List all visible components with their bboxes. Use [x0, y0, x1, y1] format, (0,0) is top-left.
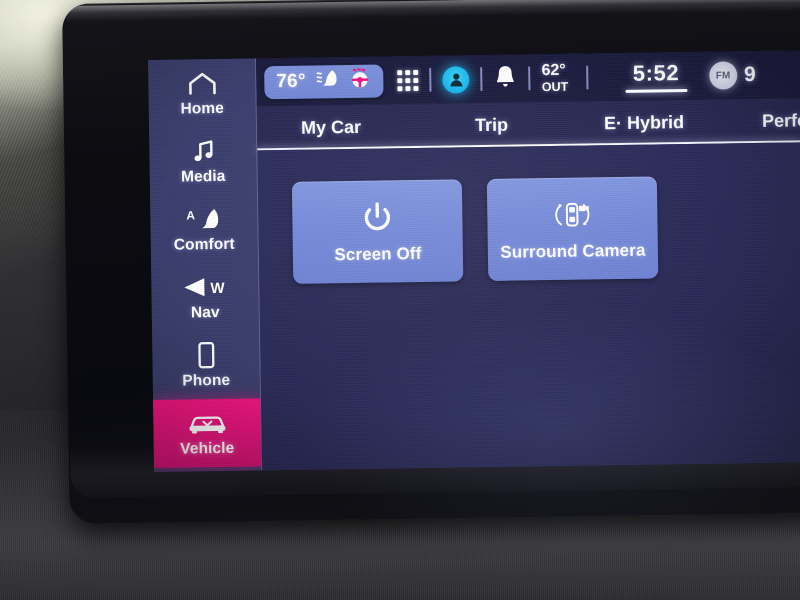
heated-steering-wheel-icon[interactable] — [349, 68, 371, 94]
screenshot-stage: Home Media A Comfort W Nav Phone Vehicle… — [0, 0, 800, 600]
sidebar-item-media[interactable]: Media — [149, 126, 257, 196]
radio-frequency: 9 — [743, 62, 756, 87]
surround-camera-icon — [552, 196, 593, 233]
tab-performance[interactable]: Perform — [762, 109, 800, 131]
screen-off-button[interactable]: Screen Off — [291, 179, 464, 284]
radio-status[interactable]: FM 9 — [708, 61, 756, 90]
climate-control-pill[interactable]: 76° — [264, 64, 384, 99]
svg-text:A: A — [186, 208, 195, 222]
clock-time: 5:52 — [632, 60, 680, 86]
sidebar-item-home[interactable]: Home — [148, 58, 256, 128]
sidebar-item-label: Phone — [182, 371, 231, 390]
home-icon — [187, 68, 217, 96]
cabin-temperature: 76° — [276, 70, 306, 93]
tile-label: Screen Off — [334, 243, 422, 264]
radio-band-badge: FM — [708, 61, 738, 90]
sidebar-item-label: Comfort — [173, 235, 235, 254]
tab-trip[interactable]: Trip — [475, 114, 508, 135]
svg-text:W: W — [210, 279, 225, 296]
status-bar: 76° 62° OUT 5:52 FM 9 — [255, 50, 800, 107]
tab-e-hybrid[interactable]: E· Hybrid — [604, 112, 684, 134]
sidebar-item-nav[interactable]: W Nav — [151, 262, 259, 332]
outside-temperature: 62° OUT — [541, 61, 569, 94]
status-divider — [480, 67, 483, 92]
outside-temp-value: 62° — [541, 61, 566, 79]
navigation-arrow-icon: W — [179, 272, 231, 301]
sidebar-item-label: Home — [180, 99, 225, 118]
seat-icon: A — [181, 204, 227, 233]
tile-label: Surround Camera — [500, 240, 646, 262]
outside-temp-label: OUT — [541, 79, 569, 94]
infotainment-display[interactable]: Home Media A Comfort W Nav Phone Vehicle… — [148, 50, 800, 472]
phone-icon — [196, 341, 216, 369]
bell-icon[interactable] — [493, 63, 517, 94]
sidebar-item-phone[interactable]: Phone — [152, 330, 260, 400]
sidebar-item-label: Nav — [190, 303, 220, 321]
status-divider — [429, 67, 432, 92]
app-grid-icon[interactable] — [397, 69, 419, 91]
sidebar-item-label: Vehicle — [180, 439, 235, 458]
tab-my-car[interactable]: My Car — [301, 116, 361, 138]
status-divider — [585, 65, 589, 90]
user-profile-icon[interactable] — [442, 65, 470, 94]
sidebar-item-vehicle[interactable]: Vehicle — [153, 398, 262, 468]
status-divider — [528, 66, 531, 91]
sidebar-item-comfort[interactable]: A Comfort — [150, 194, 258, 264]
heated-seat-icon[interactable] — [315, 68, 339, 94]
surround-camera-button[interactable]: Surround Camera — [486, 176, 659, 281]
power-icon — [360, 199, 395, 236]
content-area: Screen Off Surround Camera — [257, 142, 800, 471]
clock[interactable]: 5:52 — [625, 60, 688, 93]
quick-action-tiles: Screen Off Surround Camera — [291, 176, 659, 284]
clock-underline — [625, 89, 688, 93]
sidebar-item-label: Media — [180, 167, 226, 186]
main-panel: 76° 62° OUT 5:52 FM 9 My Car Trip E· Hyb… — [255, 50, 800, 471]
music-note-icon — [190, 137, 216, 165]
main-navigation-sidebar: Home Media A Comfort W Nav Phone Vehicle — [148, 58, 263, 472]
car-icon — [186, 408, 228, 437]
